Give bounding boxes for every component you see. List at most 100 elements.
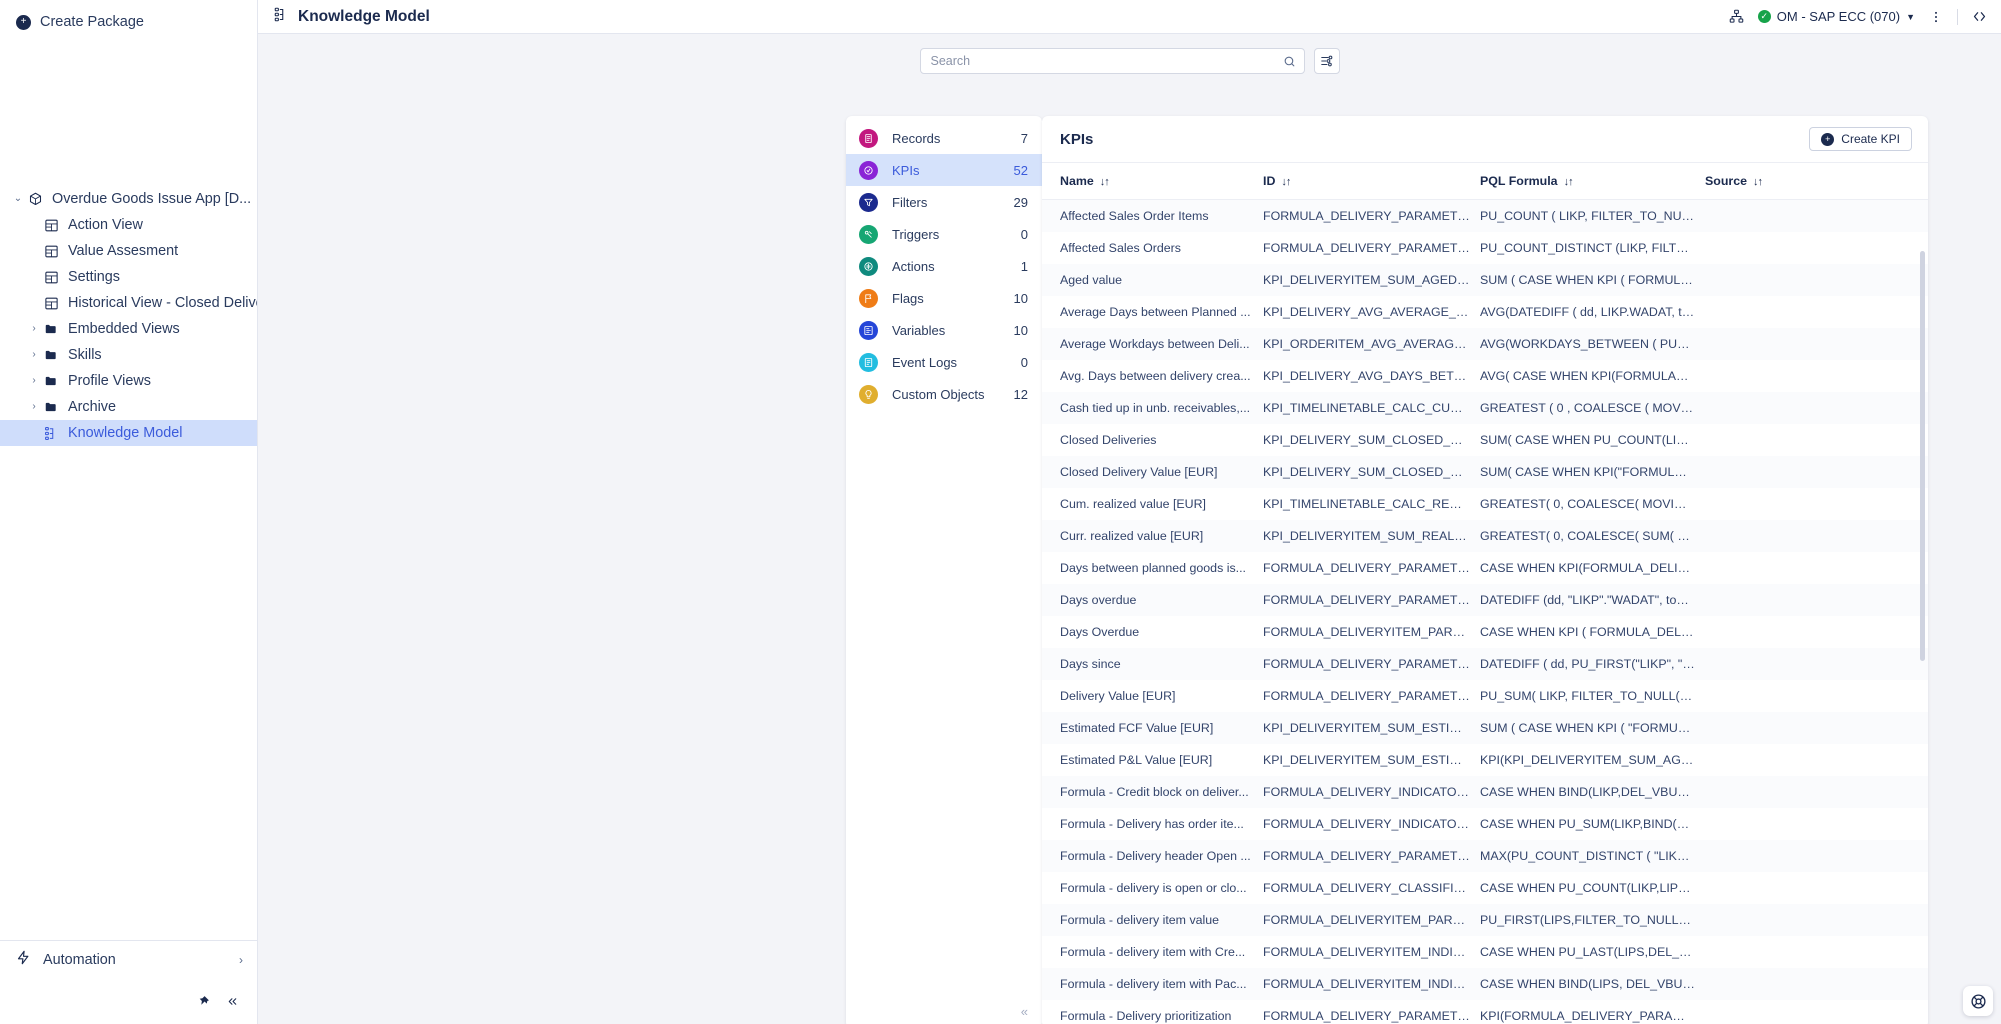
category-item-count: 10 [1013,290,1028,306]
cell-source [1705,968,1928,1000]
category-item-label: KPIs [892,162,920,178]
filter-settings-button[interactable] [1313,48,1340,74]
table-row[interactable]: Average Days between Planned ... KPI_DELI… [1042,296,1928,328]
search-input[interactable] [930,54,1283,68]
table-row[interactable]: Affected Sales Orders FORMULA_DELIVERY_PA… [1042,232,1928,264]
sidebar-footer [0,978,257,1024]
cell-pql: GREATEST ( 0 , COALESCE ( MOVIN... [1480,400,1704,415]
tree-item-embedded-views[interactable]: › Embedded Views [0,316,257,342]
tree-item-knowledge-model[interactable]: Knowledge Model [0,420,257,446]
category-item-kpis[interactable]: KPIs 52 [846,154,1042,186]
table-row[interactable]: Curr. realized value [EUR] KPI_DELIVERYIT… [1042,519,1928,552]
category-item-flags[interactable]: Flags 10 [846,282,1042,314]
chevron-toggle-icon[interactable]: › [26,402,42,412]
table-row[interactable]: Affected Sales Order Items FORMULA_DELIVE… [1042,199,1928,232]
table-row[interactable]: Days between planned goods is... FORMULA_… [1042,552,1928,584]
chevron-toggle-icon[interactable]: › [26,324,42,334]
table-row[interactable]: Average Workdays between Deli... KPI_ORDE… [1042,327,1928,360]
pin-icon[interactable] [197,995,210,1008]
tree-item-archive[interactable]: › Archive [0,394,257,420]
chevron-toggle-icon[interactable]: ⌄ [10,194,26,204]
cell-name: Closed Delivery Value [EUR] [1060,464,1218,479]
code-brackets-icon[interactable] [1972,9,1987,24]
table-row[interactable]: Closed Deliveries KPI_DELIVERY_SUM_CLOSED… [1042,424,1928,456]
page-title-text: Knowledge Model [298,7,430,25]
cell-name: Formula - delivery item with Cre... [1060,944,1246,959]
category-item-actions[interactable]: Actions 1 [846,250,1042,282]
search-icon[interactable] [1283,55,1296,68]
cell-name: Days Overdue [1060,624,1140,639]
collapse-category-panel-button[interactable]: « [846,994,1042,1024]
tree-item-settings[interactable]: Settings [0,264,257,290]
plus-circle-icon: + [1821,132,1835,146]
event-logs-icon [859,352,878,372]
cell-id: FORMULA_DELIVERY_CLASSIFICATI... [1263,880,1480,895]
table-row[interactable]: Avg. Days between delivery crea... KPI_DE… [1042,360,1928,392]
table-row[interactable]: Estimated FCF Value [EUR] KPI_DELIVERYITE… [1042,711,1928,744]
tree-item-action-view[interactable]: Action View [0,212,257,238]
tree-item-label: Historical View - Closed Deliveries [68,295,257,311]
cell-id: FORMULA_DELIVERY_PARAMETER_... [1263,240,1480,255]
table-row[interactable]: Days since FORMULA_DELIVERY_PARAMETER_...… [1042,647,1928,680]
category-item-custom-objects[interactable]: Custom Objects 12 [846,378,1042,410]
tree-item-value-assesment[interactable]: Value Assesment [0,238,257,264]
environment-selector[interactable]: ✓ OM - SAP ECC (070) ▼ [1757,9,1915,24]
create-package-label: Create Package [40,14,144,30]
column-header-label: Name [1060,174,1094,188]
kpi-table-scrollbar[interactable] [1920,251,1925,661]
sort-icon[interactable]: ↓↑ [1281,176,1291,188]
table-row[interactable]: Estimated P&L Value [EUR] KPI_DELIVERYITE… [1042,744,1928,776]
table-row[interactable]: Closed Delivery Value [EUR] KPI_DELIVERY_… [1042,455,1928,488]
category-item-variables[interactable]: Variables 10 [846,314,1042,346]
category-item-triggers[interactable]: Triggers 0 [846,218,1042,250]
cell-id: KPI_ORDERITEM_AVG_AVERAGE_WO... [1263,336,1480,351]
category-item-event-logs[interactable]: Event Logs 0 [846,346,1042,378]
table-row[interactable]: Formula - delivery item with Pac... FORMU… [1042,967,1928,1000]
column-header-pql-formula[interactable]: PQL Formula ↓↑ [1480,163,1705,200]
table-row[interactable]: Delivery Value [EUR] FORMULA_DELIVERY_PAR… [1042,680,1928,712]
table-row[interactable]: Formula - Delivery prioritization FORMULA… [1042,1000,1928,1024]
sort-icon[interactable]: ↓↑ [1753,176,1763,188]
cell-name: Formula - Delivery prioritization [1060,1008,1232,1023]
table-row[interactable]: Formula - delivery item with Cre... FORMU… [1042,936,1928,968]
cell-id: KPI_DELIVERY_AVG_AVERAGE_DAYS... [1263,304,1480,319]
cell-pql: SUM( CASE WHEN KPI("FORMULA_... [1480,464,1700,479]
table-row[interactable]: Cash tied up in unb. receivables,... KPI_… [1042,391,1928,424]
column-header-name[interactable]: Name ↓↑ [1042,163,1263,200]
sort-icon[interactable]: ↓↑ [1100,176,1110,188]
table-row[interactable]: Aged value KPI_DELIVERYITEM_SUM_AGED_VAL.… [1042,263,1928,296]
kebab-menu-icon[interactable] [1929,10,1943,24]
search-box[interactable] [919,48,1305,74]
cell-source [1705,776,1928,808]
tree-item-profile-views[interactable]: › Profile Views [0,368,257,394]
cell-source [1705,904,1928,936]
help-button[interactable] [1963,986,1993,1016]
create-package-button[interactable]: + Create Package [0,0,257,32]
table-row[interactable]: Formula - Credit block on deliver... FORM… [1042,775,1928,808]
collapse-sidebar-icon[interactable] [226,995,239,1008]
table-row[interactable]: Days Overdue FORMULA_DELIVERYITEM_PARAME.… [1042,616,1928,648]
tree-item-overdue-goods-issue-app-d[interactable]: ⌄ Overdue Goods Issue App [D... [0,186,257,212]
category-item-records[interactable]: Records 7 [846,122,1042,154]
tree-item-skills[interactable]: › Skills [0,342,257,368]
chevron-toggle-icon[interactable]: › [26,350,42,360]
tree-item-historical-view-closed-deliveries[interactable]: Historical View - Closed Deliveries [0,290,257,316]
column-header-id[interactable]: ID ↓↑ [1263,163,1480,200]
column-header-source[interactable]: Source ↓↑ [1705,163,1928,200]
table-row[interactable]: Days overdue FORMULA_DELIVERY_PARAMETER_.… [1042,583,1928,616]
sort-icon[interactable]: ↓↑ [1564,176,1574,188]
table-row[interactable]: Formula - Delivery has order ite... FORMU… [1042,808,1928,840]
chevron-right-icon[interactable]: › [239,953,243,967]
table-row[interactable]: Cum. realized value [EUR] KPI_TIMELINETAB… [1042,488,1928,520]
table-row[interactable]: Formula - delivery item value FORMULA_DEL… [1042,903,1928,936]
table-row[interactable]: Formula - delivery is open or clo... FORM… [1042,872,1928,904]
kpi-panel-header: KPIs + Create KPI [1042,116,1928,163]
category-item-filters[interactable]: Filters 29 [846,186,1042,218]
cell-id: KPI_DELIVERYITEM_SUM_ESTIMATE... [1263,720,1480,735]
table-row[interactable]: Formula - Delivery header Open ... FORMUL… [1042,839,1928,872]
org-chart-icon[interactable] [1729,9,1744,24]
cell-name: Formula - Delivery header Open ... [1060,848,1251,863]
create-kpi-button[interactable]: + Create KPI [1809,127,1912,151]
chevron-toggle-icon[interactable]: › [26,376,42,386]
automation-item[interactable]: Automation › [0,940,257,978]
